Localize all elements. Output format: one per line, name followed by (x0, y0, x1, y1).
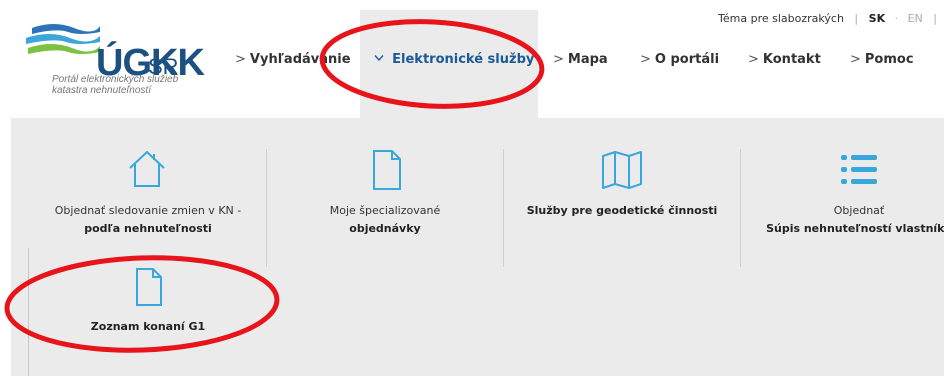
nav-label: Elektronické služby (392, 52, 535, 67)
divider: | (933, 12, 937, 25)
home-icon (129, 150, 165, 187)
submenu-item-label: Moje špecializované objednávky (267, 202, 503, 238)
list-icon (841, 155, 877, 184)
chevron-down-icon (374, 52, 388, 67)
nav-o-portali[interactable]: > O portáli (640, 52, 719, 67)
submenu-item-line2: objednávky (349, 222, 421, 235)
submenu-item-line2: podľa nehnuteľnosti (84, 222, 212, 235)
submenu-item-label: Zoznam konaní G1 (90, 320, 206, 333)
nav-mapa[interactable]: > Mapa (553, 52, 608, 67)
document-icon (136, 268, 162, 306)
nav-kontakt[interactable]: > Kontakt (748, 52, 821, 67)
nav-label: O portáli (654, 52, 720, 67)
chevron-right-icon: > (553, 52, 564, 67)
nav-label: Kontakt (762, 52, 821, 67)
logo[interactable]: ÚGKK SR Portál elektronických služieb ka… (24, 22, 214, 102)
submenu-item-line1: Moje špecializované (329, 204, 441, 217)
logo-tagline: Portál elektronických služieb katastra n… (52, 74, 232, 96)
logo-waves-icon (26, 24, 100, 54)
submenu-item-zoznam-konani-g1[interactable]: Zoznam konaní G1 (30, 266, 266, 346)
document-icon (373, 150, 401, 190)
utility-bar: Téma pre slabozrakých | SK · EN | (718, 12, 944, 25)
lang-sk-link[interactable]: SK (869, 12, 885, 25)
chevron-right-icon: > (640, 52, 651, 67)
nav-label: Vyhľadávanie (249, 52, 351, 67)
divider: | (854, 12, 859, 25)
nav-vyhladavanie[interactable]: > Vyhľadávanie (235, 52, 351, 67)
lang-en-link[interactable]: EN (908, 12, 923, 25)
nav-elektronicke-sluzby[interactable]: Elektronické služby (374, 52, 534, 67)
divider: · (894, 12, 899, 25)
submenu-item-line2: Súpis nehnuteľností vlastníka (766, 222, 944, 235)
map-icon (602, 151, 642, 189)
nav-label: Pomoc (864, 52, 914, 67)
high-contrast-link[interactable]: Téma pre slabozrakých (718, 12, 844, 25)
submenu-item-supis-nehnutelnosti[interactable]: Objednať Súpis nehnuteľností vlastníka (741, 146, 944, 246)
submenu-item-geodeticke-cinnosti[interactable]: Služby pre geodetické činnosti (504, 146, 740, 246)
submenu-item-specializovane-objednavky[interactable]: Moje špecializované objednávky (267, 146, 503, 246)
submenu-item-line1: Objednať sledovanie zmien v KN - (54, 204, 242, 217)
submenu-item-label: Objednať sledovanie zmien v KN - podľa n… (30, 202, 266, 238)
nav-pomoc[interactable]: > Pomoc (850, 52, 914, 67)
chevron-right-icon: > (850, 52, 861, 67)
nav-label: Mapa (567, 52, 608, 67)
submenu-item-label: Objednať Súpis nehnuteľností vlastníka (741, 202, 944, 238)
submenu-item-sledovanie-zmien[interactable]: Objednať sledovanie zmien v KN - podľa n… (30, 146, 266, 246)
panel-left-border (28, 248, 29, 376)
logo-tagline-line1: Portál elektronických služieb (52, 74, 179, 85)
submenu-item-label: Služby pre geodetické činnosti (526, 204, 718, 217)
logo-tagline-line2: katastra nehnuteľností (52, 85, 151, 96)
chevron-right-icon: > (748, 52, 759, 67)
submenu-item-line1: Objednať (833, 204, 885, 217)
chevron-right-icon: > (235, 52, 246, 67)
